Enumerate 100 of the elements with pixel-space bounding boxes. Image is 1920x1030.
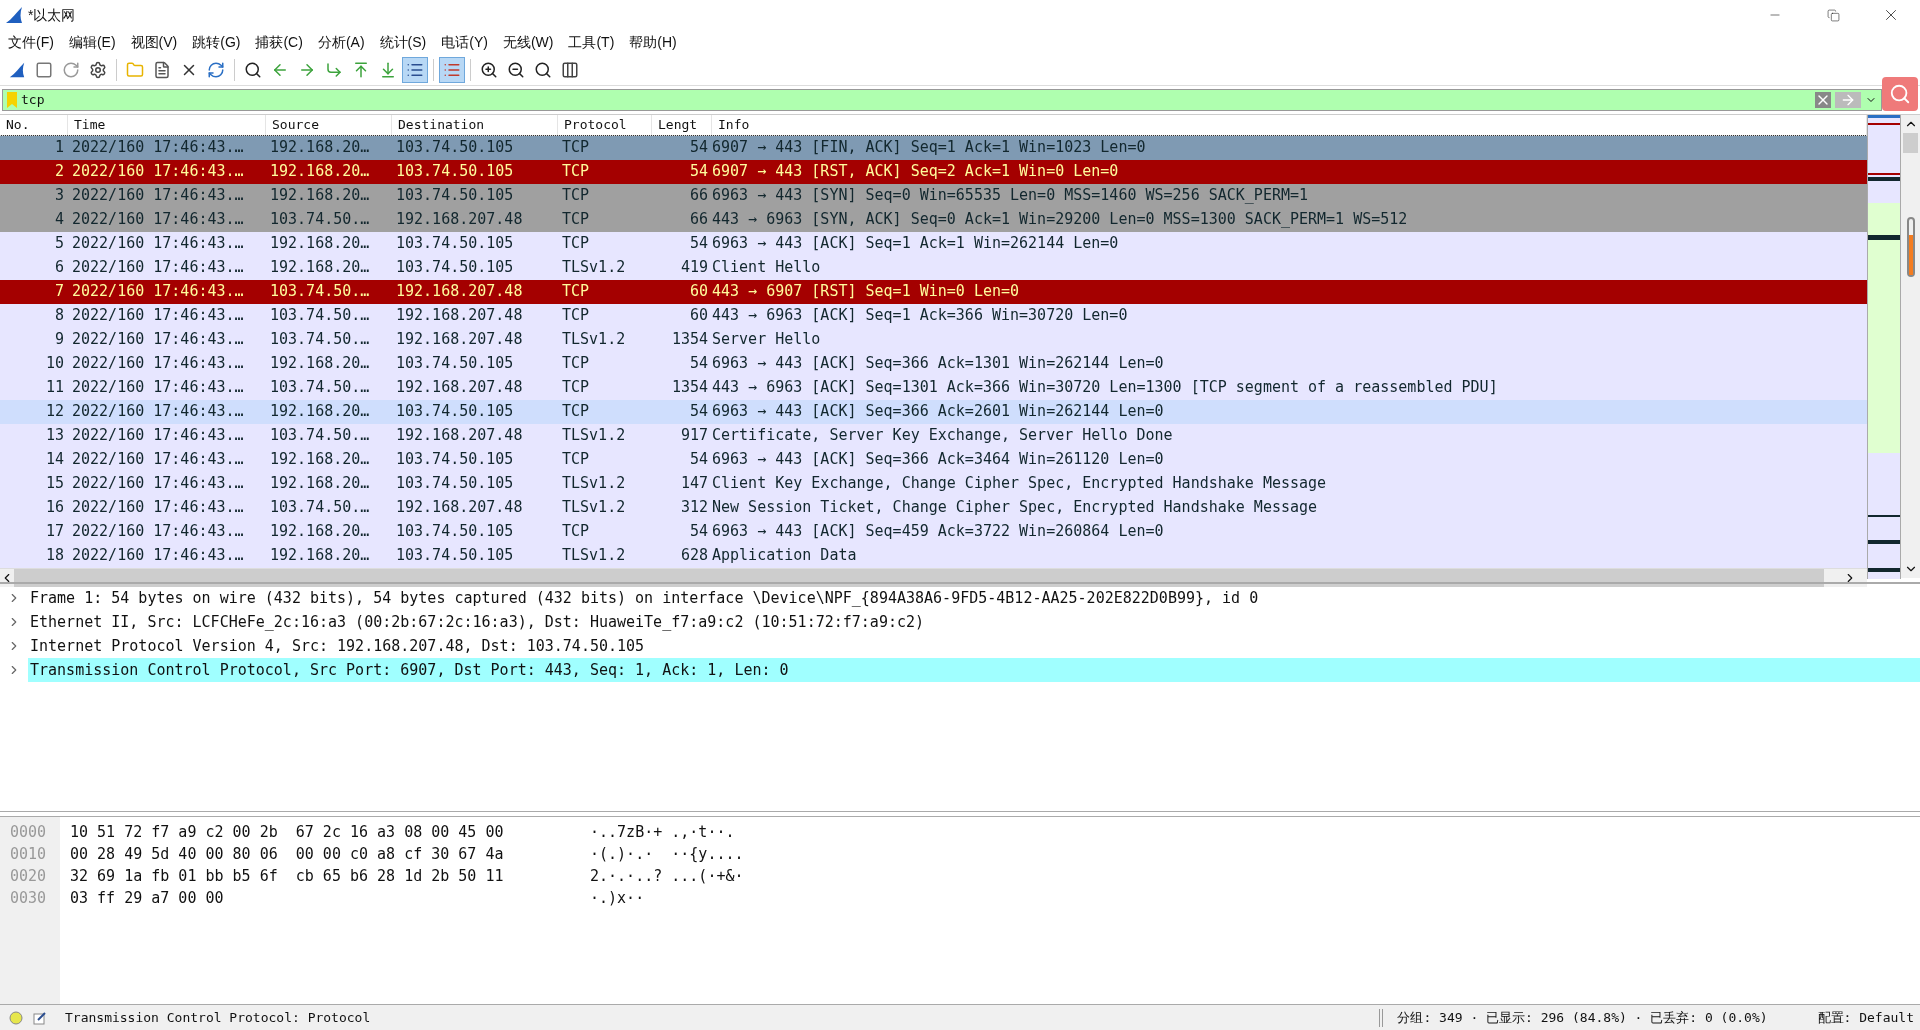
vertical-scrollbar[interactable]	[1901, 115, 1920, 578]
packet-row[interactable]: 3 2022/160 17:46:43.… 192.168.20… 103.74.50.105 TCP 66 6963 → 443 [SYN] Seq=0 Win=65535 Len=0 MSS=1460 WS=256 SACK_PERM=1	[0, 183, 1867, 208]
stop-icon	[35, 60, 53, 79]
menu-item[interactable]: 捕获(C)	[249, 31, 309, 53]
table-cell-text: 103.74.50.105	[395, 233, 515, 255]
column-header[interactable]: Info	[712, 115, 1867, 135]
table-cell-text: New Session Ticket, Change Cipher Spec, Encrypted Handshake Message	[712, 497, 1319, 519]
packet-counts: 分组: 349 · 已显示: 296 (84.8%) · 已丢弃: 0 (0.0%)	[1397, 1008, 1768, 1027]
packet-row[interactable]: 18 2022/160 17:46:43.… 192.168.20… 103.74.50.105 TLSv1.2 628 Application Data	[0, 543, 1867, 568]
table-cell-text: TCP	[561, 209, 591, 231]
hex-bytes: 32 69 1a fb 01 bb b5 6f cb 65 b6 28 1d 2b 50 11	[70, 866, 505, 887]
table-cell-text: 5	[53, 233, 65, 255]
table-cell-text: 192.168.20…	[269, 401, 371, 423]
search-button[interactable]	[1882, 77, 1918, 111]
table-cell-text: 6963 → 443 [ACK] Seq=366 Ack=2601 Win=262144 Len=0	[712, 401, 1165, 423]
tree-item[interactable]: Transmission Control Protocol, Src Port: 6907, Dst Port: 443, Seq: 1, Ack: 1, Len: 0	[28, 658, 1920, 682]
table-cell-text: TCP	[561, 449, 591, 471]
packet-row[interactable]: 15 2022/160 17:46:43.… 192.168.20… 103.74.50.105 TLSv1.2 147 Client Key Exchange, Change Cipher Spec, Encrypted Handshake Message	[0, 471, 1867, 496]
table-cell-text: 443 → 6963 [SYN, ACK] Seq=0 Ack=1 Win=29200 Len=0 MSS=1300 SACK_PERM=1 WS=512	[712, 209, 1409, 231]
packet-row[interactable]: 13 2022/160 17:46:43.… 103.74.50.… 192.168.207.48 TLSv1.2 917 Certificate, Server Key Exchange, Server Hello Done	[0, 423, 1867, 448]
edit-note-icon[interactable]	[33, 1010, 47, 1025]
table-cell-text: 2022/160 17:46:43.…	[71, 401, 245, 423]
table-cell-text: 4	[53, 209, 65, 231]
table-cell-text: 192.168.207.48	[395, 377, 524, 399]
table-cell-text: TCP	[561, 377, 591, 399]
ascii-text: ·(.)·.· ··{y....	[590, 844, 744, 865]
restart-icon	[62, 60, 80, 79]
packet-row[interactable]: 6 2022/160 17:46:43.… 192.168.20… 103.74.50.105 TLSv1.2 419 Client Hello	[0, 255, 1867, 280]
table-cell-text: 103.74.50.105	[395, 161, 515, 183]
packet-row[interactable]: 12 2022/160 17:46:43.… 192.168.20… 103.74.50.105 TCP 54 6963 → 443 [ACK] Seq=366 Ack=2601 Win=262144 Len=0	[0, 399, 1867, 424]
profile-label[interactable]: 配置: Default	[1817, 1007, 1914, 1028]
table-cell-text: TCP	[561, 305, 591, 327]
packet-row[interactable]: 16 2022/160 17:46:43.… 103.74.50.… 192.168.207.48 TLSv1.2 312 New Session Ticket, Change Cipher Spec, Encrypted Handshake Message	[0, 495, 1867, 520]
tree-item[interactable]: Internet Protocol Version 4, Src: 192.168.207.48, Dst: 103.74.50.105	[28, 634, 645, 658]
columns-icon	[561, 60, 579, 79]
table-cell-text: TLSv1.2	[561, 257, 627, 279]
table-cell-text: 17	[44, 521, 65, 543]
menu-item[interactable]: 统计(S)	[373, 31, 433, 53]
scroll-position-indicator	[1906, 217, 1915, 277]
window-title: *以太网	[28, 5, 76, 25]
table-cell-text: 192.168.207.48	[395, 497, 524, 519]
table-cell-text: TLSv1.2	[561, 329, 627, 351]
arrow-down-icon	[379, 60, 397, 79]
packet-row[interactable]: 1 2022/160 17:46:43.… 192.168.20… 103.74.50.105 TCP 54 6907 → 443 [FIN, ACK] Seq=1 Ack=1 Win=1023 Len=0	[0, 135, 1867, 160]
table-cell-text: 443 → 6963 [ACK] Seq=1 Ack=366 Win=30720 Len=0	[712, 305, 1129, 327]
column-header[interactable]: Protocol	[558, 115, 652, 135]
table-cell-text: 14	[44, 449, 65, 471]
column-header[interactable]: Lengt	[652, 115, 712, 135]
packet-row[interactable]: 17 2022/160 17:46:43.… 192.168.20… 103.74.50.105 TCP 54 6963 → 443 [ACK] Seq=459 Ack=3722 Win=260864 Len=0	[0, 519, 1867, 544]
scrollbar-thumb[interactable]	[1903, 133, 1918, 153]
table-cell-text: 3	[53, 185, 65, 207]
packet-row[interactable]: 9 2022/160 17:46:43.… 103.74.50.… 192.168.207.48 TLSv1.2 1354 Server Hello	[0, 327, 1867, 352]
column-header[interactable]: Destination	[392, 115, 558, 135]
table-cell-text: 60	[688, 281, 709, 303]
jump-icon	[325, 60, 343, 79]
table-cell-text: 192.168.20…	[269, 521, 371, 543]
clear-icon[interactable]	[1815, 92, 1831, 108]
menu-item[interactable]: 分析(A)	[311, 31, 371, 53]
table-cell-text: 103.74.50.105	[395, 545, 515, 567]
table-cell-text: 7	[53, 281, 65, 303]
menu-item[interactable]: 工具(T)	[562, 31, 621, 53]
tree-item[interactable]: Ethernet II, Src: LCFCHeFe_2c:16:a3 (00:2b:67:2c:16:a3), Dst: HuaweiTe_f7:a9:c2 (10:51:72:f7:a9:c2)	[28, 610, 925, 634]
table-cell-text: 192.168.20…	[269, 473, 371, 495]
table-cell-text: 192.168.207.48	[395, 305, 524, 327]
document-icon	[153, 60, 171, 79]
table-cell-text: 1354	[670, 329, 709, 351]
table-cell-text: 147	[679, 473, 709, 495]
table-cell-text: 192.168.207.48	[395, 329, 524, 351]
table-cell-text: 192.168.207.48	[395, 425, 524, 447]
packet-row[interactable]: 8 2022/160 17:46:43.… 103.74.50.… 192.168.207.48 TCP 60 443 → 6963 [ACK] Seq=1 Ack=366 Win=30720 Len=0	[0, 303, 1867, 328]
tree-item[interactable]: Frame 1: 54 bytes on wire (432 bits), 54 bytes captured (432 bits) on interface \Device\NPF_{894A38A6-9FD5-4B12-AA25-202E822D0B99}, id 0	[28, 586, 1259, 610]
menu-item[interactable]: 无线(W)	[496, 31, 560, 53]
table-cell-text: 2022/160 17:46:43.…	[71, 425, 245, 447]
menu-item[interactable]: 电话(Y)	[435, 31, 494, 53]
table-cell-text: 6963 → 443 [ACK] Seq=1 Ack=1 Win=262144 Len=0	[712, 233, 1120, 255]
packet-row[interactable]: 14 2022/160 17:46:43.… 192.168.20… 103.74.50.105 TCP 54 6963 → 443 [ACK] Seq=366 Ack=3464 Win=261120 Len=0	[0, 447, 1867, 472]
table-cell-text: 6907 → 443 [FIN, ACK] Seq=1 Ack=1 Win=1023 Len=0	[712, 137, 1147, 159]
packet-row[interactable]: 10 2022/160 17:46:43.… 192.168.20… 103.74.50.105 TCP 54 6963 → 443 [ACK] Seq=366 Ack=1301 Win=262144 Len=0	[0, 351, 1867, 376]
packet-row[interactable]: 11 2022/160 17:46:43.… 103.74.50.… 192.168.207.48 TCP 1354 443 → 6963 [ACK] Seq=1301 Ack=366 Win=30720 Len=1300 [TCP segment of a reassembled PDU]	[0, 375, 1867, 400]
status-message: Transmission Control Protocol: Protocol	[65, 1008, 371, 1027]
packet-row[interactable]: 7 2022/160 17:46:43.… 103.74.50.… 192.168.207.48 TCP 60 443 → 6907 [RST] Seq=1 Win=0 Len=0	[0, 279, 1867, 304]
table-cell-text: TLSv1.2	[561, 545, 627, 567]
column-header[interactable]: Time	[68, 115, 266, 135]
table-cell-text: 628	[679, 545, 709, 567]
table-cell-text: 192.168.20…	[269, 257, 371, 279]
table-cell-text: TLSv1.2	[561, 425, 627, 447]
menu-item[interactable]: 视图(V)	[124, 31, 184, 53]
column-header[interactable]: Source	[266, 115, 392, 135]
menu-item[interactable]: 编辑(E)	[62, 31, 122, 53]
menu-item[interactable]: 跳转(G)	[186, 31, 247, 53]
table-cell-text: 192.168.20…	[269, 545, 371, 567]
packet-row[interactable]: 5 2022/160 17:46:43.… 192.168.20… 103.74.50.105 TCP 54 6963 → 443 [ACK] Seq=1 Ack=1 Win=262144 Len=0	[0, 231, 1867, 256]
menu-item[interactable]: 文件(F)	[2, 31, 60, 53]
column-header[interactable]: No.	[0, 115, 68, 135]
packet-row[interactable]: 4 2022/160 17:46:43.… 103.74.50.… 192.168.207.48 TCP 66 443 → 6963 [SYN, ACK] Seq=0 Ack=1 Win=29200 Len=0 MSS=1300 SACK_PERM=1 WS=512	[0, 207, 1867, 232]
table-cell-text: TLSv1.2	[561, 473, 627, 495]
toolbar-button[interactable]	[402, 56, 428, 83]
packet-row[interactable]: 2 2022/160 17:46:43.… 192.168.20… 103.74.50.105 TCP 54 6907 → 443 [RST, ACK] Seq=2 Ack=1 Win=0 Len=0	[0, 159, 1867, 184]
menu-item[interactable]: 帮助(H)	[623, 31, 683, 53]
restore-icon	[1826, 8, 1840, 22]
